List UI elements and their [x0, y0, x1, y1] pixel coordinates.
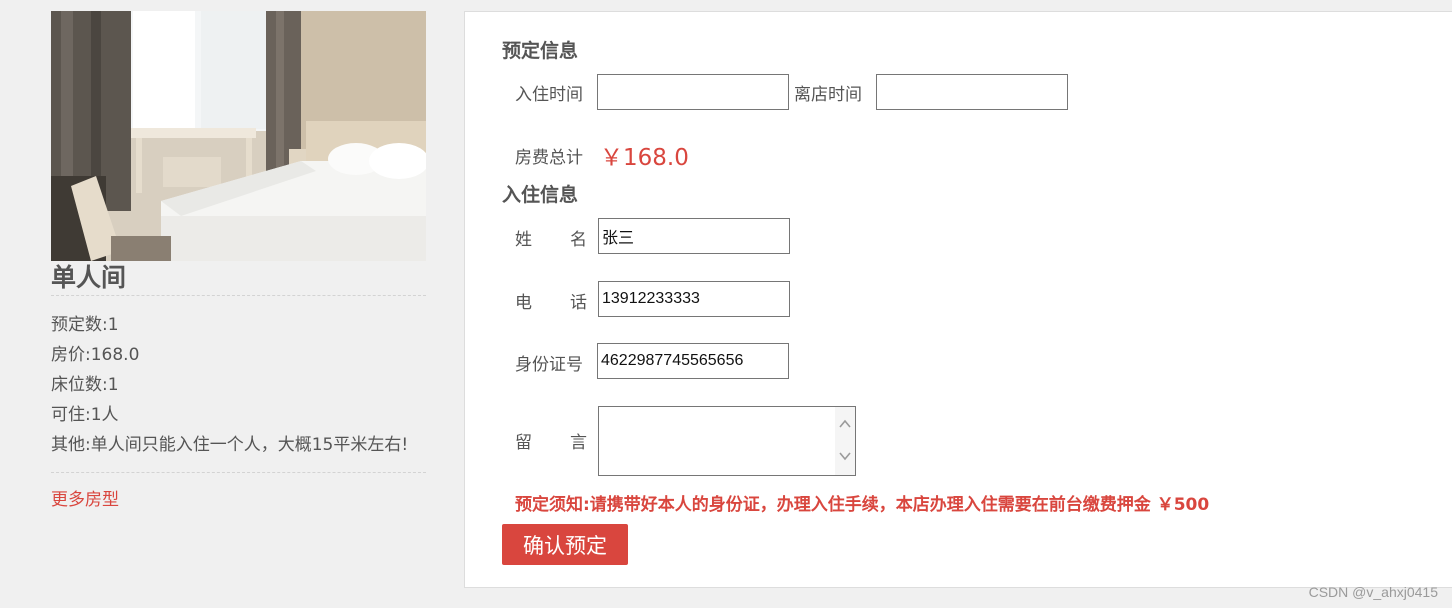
scroll-down-icon[interactable] [838, 449, 852, 463]
checkout-label: 离店时间 [794, 85, 862, 105]
guest-section-title: 入住信息 [502, 184, 579, 206]
room-info-price: 房价:168.0 [51, 345, 140, 365]
room-info-reserved: 预定数:1 [51, 315, 119, 335]
guest-phone-input[interactable] [598, 281, 790, 317]
room-summary: 单人间 预定数:1 房价:168.0 床位数:1 可住:1人 其他:单人间只能入… [51, 11, 426, 510]
checkin-date-input[interactable] [597, 74, 789, 110]
hotel-room-image [51, 11, 426, 261]
scroll-up-icon[interactable] [838, 417, 852, 431]
room-info-capacity: 可住:1人 [51, 405, 119, 425]
room-title: 单人间 [51, 263, 426, 296]
booking-section-title: 预定信息 [502, 40, 579, 62]
checkin-label: 入住时间 [515, 85, 583, 105]
message-scrollbar[interactable] [835, 407, 855, 475]
total-price-label: 房费总计 [515, 148, 583, 168]
booking-form-panel: 预定信息 入住时间 离店时间 房费总计 ￥168.0 入住信息 姓名 电话 身份… [464, 11, 1452, 588]
room-info-beds: 床位数:1 [51, 375, 119, 395]
message-textarea[interactable] [599, 407, 835, 473]
id-number-label: 身份证号 [515, 355, 583, 375]
confirm-booking-button[interactable]: 确认预定 [502, 524, 628, 565]
room-info-other: 其他:单人间只能入住一个人，大概15平米左右! [51, 435, 409, 455]
guest-name-input[interactable] [598, 218, 790, 254]
guest-id-input[interactable] [597, 343, 789, 379]
name-label: 姓名 [515, 230, 587, 250]
csdn-watermark: CSDN @v_ahxj0415 [1308, 584, 1438, 600]
phone-label: 电话 [515, 293, 587, 313]
more-room-types-link[interactable]: 更多房型 [51, 485, 119, 510]
room-info-list: 预定数:1 房价:168.0 床位数:1 可住:1人 其他:单人间只能入住一个人… [51, 310, 426, 473]
message-label: 留言 [515, 433, 587, 453]
room-photo [51, 11, 426, 261]
booking-notice: 预定须知:请携带好本人的身份证，办理入住手续，本店办理入住需要在前台缴费押金 ￥… [515, 495, 1210, 515]
checkout-date-input[interactable] [876, 74, 1068, 110]
total-price-value: ￥168.0 [600, 145, 689, 171]
message-textarea-wrapper [598, 406, 856, 476]
